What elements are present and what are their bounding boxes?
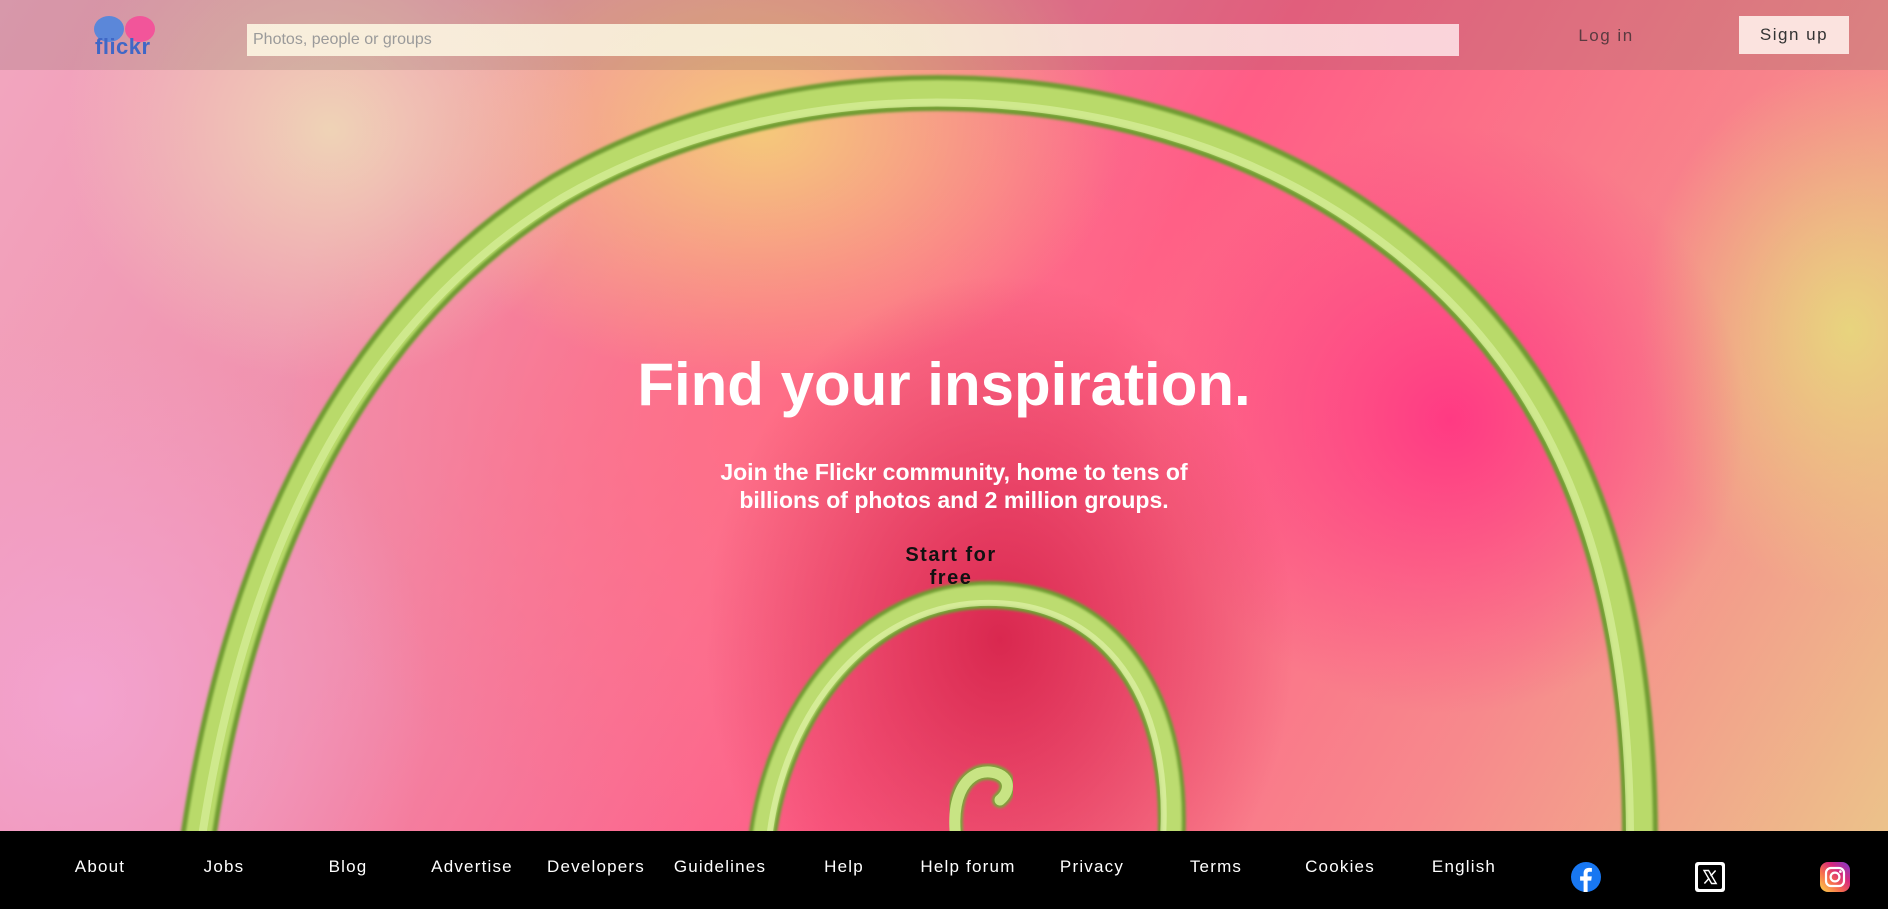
footer-link-advertise[interactable]: Advertise [410,857,534,877]
top-navigation: flickr Log in Sign up [0,0,1888,70]
footer-link-developers[interactable]: Developers [534,857,658,877]
hero-headline: Find your inspiration. [637,351,1251,418]
facebook-icon[interactable] [1571,862,1601,892]
logo-wordmark: flickr [95,34,151,59]
footer-link-about[interactable]: About [38,857,162,877]
instagram-icon[interactable] [1820,862,1850,892]
footer-link-help[interactable]: Help [782,857,906,877]
language-selector[interactable]: English [1402,857,1526,877]
footer-link-blog[interactable]: Blog [286,857,410,877]
flickr-logo[interactable]: flickr [94,16,158,60]
footer-link-terms[interactable]: Terms [1154,857,1278,877]
footer-link-privacy[interactable]: Privacy [1030,857,1154,877]
footer-link-help-forum[interactable]: Help forum [906,857,1030,877]
footer-link-jobs[interactable]: Jobs [162,857,286,877]
page: flickr Log in Sign up Find your inspirat… [0,0,1888,909]
footer-link-cookies[interactable]: Cookies [1278,857,1402,877]
footer-link-guidelines[interactable]: Guidelines [658,857,782,877]
signup-button[interactable]: Sign up [1739,16,1849,54]
login-link[interactable]: Log in [1560,22,1652,50]
hero-subline: Join the Flickr community, home to tens … [720,459,1188,513]
x-icon[interactable] [1695,862,1725,892]
footer: About Jobs Blog Advertise Developers Gui… [0,831,1888,909]
search-input[interactable] [247,24,1459,56]
start-for-free-button[interactable]: Start for free [888,544,1014,590]
